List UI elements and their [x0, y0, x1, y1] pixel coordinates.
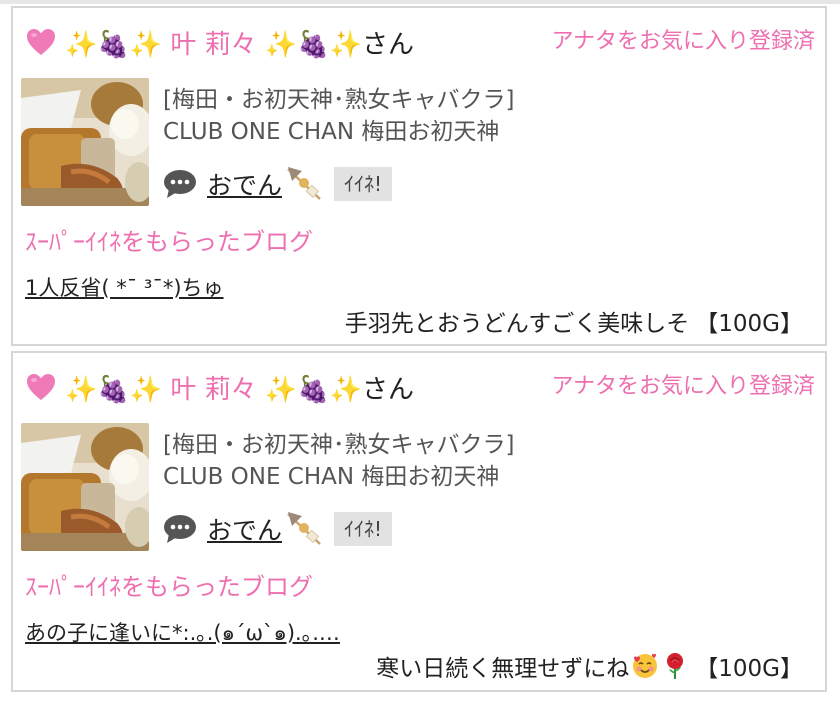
message-text: 寒い日続く無理せずにね [376, 656, 630, 682]
shop-name[interactable]: CLUB ONE CHAN 梅田お初天神 [163, 461, 514, 493]
smiling-face-with-hearts-icon [633, 653, 658, 678]
top-divider [0, 0, 840, 4]
oden-photo [21, 78, 149, 206]
oden-skewer-icon [287, 167, 321, 200]
user-name[interactable]: ✨🍇✨ 叶 莉々 ✨🍇✨ [65, 24, 362, 61]
post-thumbnail[interactable] [21, 78, 149, 206]
super-like-label: ｽｰﾊﾟｰｲｲﾈをもらったブログ [25, 228, 313, 256]
message-text: 手羽先とおうどんすごく美味しそ [344, 311, 690, 337]
like-button[interactable]: ｲｲﾈ! [334, 512, 393, 546]
rose-icon [667, 653, 684, 679]
reward-amount: 【100G】 [695, 311, 803, 337]
blog-title-link[interactable]: 1人反省( *¯ ³¯*)ちゅ [25, 272, 224, 302]
super-like-label: ｽｰﾊﾟｰｲｲﾈをもらったブログ [25, 573, 313, 601]
oden-skewer-icon [287, 512, 321, 545]
heart-icon [27, 29, 55, 55]
card-header: ✨🍇✨ 叶 莉々 ✨🍇✨ さん [25, 367, 414, 407]
favorite-status: アナタをお気に入り登録済 [551, 29, 815, 54]
shop-area: [梅田・お初天神･熟女キャバクラ] [163, 87, 515, 113]
oden-photo [21, 423, 149, 551]
favorite-status: アナタをお気に入り登録済 [551, 374, 815, 399]
reward-amount: 【100G】 [695, 656, 803, 682]
post-title-link[interactable]: おでん [207, 511, 282, 547]
honorific: さん [362, 374, 415, 405]
like-button[interactable]: ｲｲﾈ! [334, 167, 393, 201]
shop-info: [梅田・お初天神･熟女キャバクラ] CLUB ONE CHAN 梅田お初天神 [163, 84, 514, 148]
speech-bubble-icon [164, 515, 196, 543]
message: 寒い日続く無理せずにね 【100G】 [376, 649, 803, 683]
message: 手羽先とおうどんすごく美味しそ 【100G】 [345, 304, 803, 338]
shop-info: [梅田・お初天神･熟女キャバクラ] CLUB ONE CHAN 梅田お初天神 [163, 429, 514, 493]
shop-name[interactable]: CLUB ONE CHAN 梅田お初天神 [163, 116, 514, 148]
blog-card: ✨🍇✨ 叶 莉々 ✨🍇✨ さん アナタをお気に入り登録済 [梅田・お初天神･熟女… [11, 6, 827, 346]
honorific: さん [362, 29, 415, 60]
shop-area: [梅田・お初天神･熟女キャバクラ] [163, 432, 515, 458]
post-thumbnail[interactable] [21, 423, 149, 551]
card-header: ✨🍇✨ 叶 莉々 ✨🍇✨ さん [25, 22, 414, 62]
user-name[interactable]: ✨🍇✨ 叶 莉々 ✨🍇✨ [65, 369, 362, 406]
blog-card: ✨🍇✨ 叶 莉々 ✨🍇✨ さん アナタをお気に入り登録済 [梅田・お初天神･熟女… [11, 351, 827, 692]
post-row: おでん ｲｲﾈ! [163, 164, 393, 204]
post-row: おでん ｲｲﾈ! [163, 509, 393, 549]
speech-bubble-icon [164, 170, 196, 198]
heart-icon [27, 374, 55, 400]
blog-title-link[interactable]: あの子に逢いに*:.｡.(๑´ω`๑).｡.… [25, 617, 340, 650]
post-title-link[interactable]: おでん [207, 166, 282, 202]
